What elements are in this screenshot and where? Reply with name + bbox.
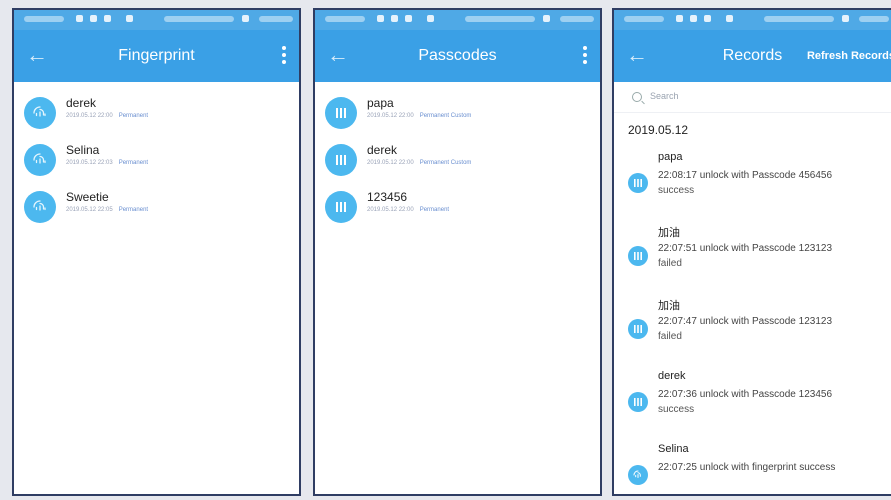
keypad-icon (628, 392, 648, 412)
keypad-icon (325, 144, 357, 176)
search-bar[interactable]: Search (614, 82, 891, 113)
list-item[interactable]: 123456 2019.05.12 22:00 Permanent (315, 186, 600, 233)
record-detail: 22:07:36 unlock with Passcode 123456 (658, 389, 833, 400)
record-user: Selina (658, 443, 689, 455)
item-type: Permanent (118, 160, 149, 166)
record-user: papa (658, 151, 683, 163)
fingerprint-icon (628, 465, 648, 485)
record-item[interactable]: derek 22:07:36 unlock with Passcode 1234… (614, 370, 891, 443)
record-status: failed (658, 258, 682, 269)
item-name: 123456 (367, 190, 408, 204)
app-bar: ← Fingerprint (14, 30, 299, 82)
app-bar: ← Records Refresh Records (614, 30, 891, 82)
item-meta: 2019.05.12 22:05 Permanent (66, 207, 148, 213)
keypad-icon (628, 246, 648, 266)
keypad-icon (325, 191, 357, 223)
refresh-records-button[interactable]: Refresh Records (807, 30, 891, 82)
item-date: 2019.05.12 22:05 (66, 207, 113, 213)
record-item[interactable]: 加油 22:07:51 unlock with Passcode 123123 … (614, 224, 891, 297)
search-placeholder: Search (650, 91, 679, 101)
fingerprint-icon (24, 97, 56, 129)
record-item[interactable]: Selina 22:07:25 unlock with fingerprint … (614, 443, 891, 494)
list-item[interactable]: derek 2019.05.12 22:00 Permanent Custom (315, 139, 600, 186)
item-type: Permanent Custom (419, 113, 472, 119)
record-item[interactable]: papa 22:08:17 unlock with Passcode 45645… (614, 151, 891, 224)
keypad-icon (325, 97, 357, 129)
list-item[interactable]: derek 2019.05.12 22:00 Permanent (14, 92, 299, 139)
fingerprint-screen: ← Fingerprint derek 2019.05.12 22:00 Perm… (12, 8, 301, 496)
item-date: 2019.05.12 22:00 (367, 113, 414, 119)
fingerprint-icon (24, 191, 56, 223)
page-title: Passcodes (418, 47, 497, 64)
search-icon (632, 92, 642, 102)
record-item[interactable]: 加油 22:07:47 unlock with Passcode 123123 … (614, 297, 891, 370)
item-date: 2019.05.12 22:03 (66, 160, 113, 166)
fingerprint-list: derek 2019.05.12 22:00 Permanent Selina 2… (14, 82, 299, 233)
item-name: derek (66, 96, 97, 110)
passcodes-screen: ← Passcodes papa 2019.05.12 22:00 Permane… (313, 8, 602, 496)
record-user: 加油 (658, 227, 680, 239)
record-status: success (658, 185, 695, 196)
status-bar (614, 10, 891, 30)
keypad-icon (628, 319, 648, 339)
item-type: Permanent Custom (419, 160, 472, 166)
record-detail: 22:07:47 unlock with Passcode 123123 (658, 316, 833, 327)
item-date: 2019.05.12 22:00 (367, 207, 414, 213)
app-bar: ← Passcodes (315, 30, 600, 82)
page-title: Fingerprint (118, 47, 195, 64)
list-item[interactable]: Sweetie 2019.05.12 22:05 Permanent (14, 186, 299, 233)
item-name: papa (367, 96, 394, 110)
records-screen: ← Records Refresh Records Search 2019.05… (612, 8, 891, 496)
record-user: derek (658, 370, 686, 382)
record-detail: 22:08:17 unlock with Passcode 456456 (658, 170, 833, 181)
item-date: 2019.05.12 22:00 (367, 160, 414, 166)
more-menu-icon[interactable] (279, 44, 289, 66)
record-detail: 22:07:25 unlock with fingerprint success (658, 462, 836, 473)
record-user: 加油 (658, 300, 680, 312)
more-menu-icon[interactable] (580, 44, 590, 66)
keypad-icon (628, 173, 648, 193)
item-type: Permanent (118, 113, 149, 119)
list-item[interactable]: papa 2019.05.12 22:00 Permanent Custom (315, 92, 600, 139)
item-meta: 2019.05.12 22:00 Permanent (66, 113, 148, 119)
item-name: Sweetie (66, 190, 109, 204)
item-name: Selina (66, 143, 100, 157)
item-date: 2019.05.12 22:00 (66, 113, 113, 119)
passcode-list: papa 2019.05.12 22:00 Permanent Custom de… (315, 82, 600, 233)
item-meta: 2019.05.12 22:00 Permanent (367, 207, 449, 213)
item-name: derek (367, 143, 398, 157)
item-type: Permanent (419, 207, 450, 213)
item-type: Permanent (118, 207, 149, 213)
fingerprint-icon (24, 144, 56, 176)
record-detail: 22:07:51 unlock with Passcode 123123 (658, 243, 833, 254)
item-meta: 2019.05.12 22:00 Permanent Custom (367, 113, 471, 119)
status-bar (315, 10, 600, 30)
item-meta: 2019.05.12 22:00 Permanent Custom (367, 160, 471, 166)
item-meta: 2019.05.12 22:03 Permanent (66, 160, 148, 166)
status-bar (14, 10, 299, 30)
record-status: failed (658, 331, 682, 342)
date-header: 2019.05.12 (628, 123, 689, 137)
record-status: success (658, 404, 695, 415)
list-item[interactable]: Selina 2019.05.12 22:03 Permanent (14, 139, 299, 186)
